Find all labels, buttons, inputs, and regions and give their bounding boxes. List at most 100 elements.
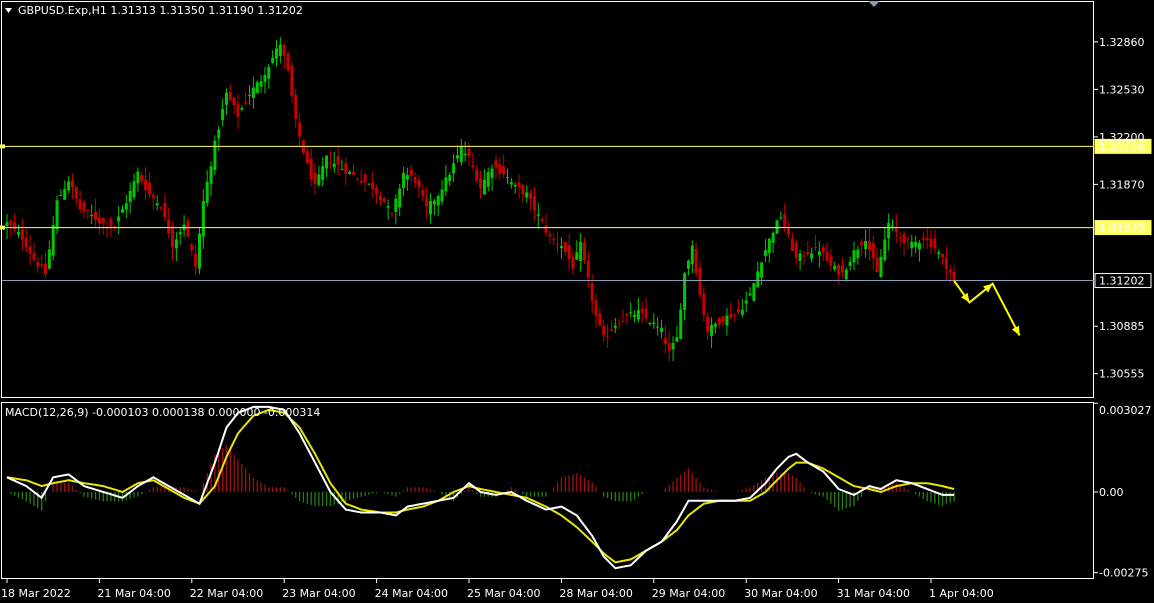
candle-body <box>405 175 409 180</box>
candle-body <box>355 178 359 180</box>
candle-body <box>467 148 471 157</box>
candle-body <box>814 246 817 248</box>
candle-body <box>121 209 124 213</box>
candle-body <box>571 256 575 269</box>
candle-body <box>821 247 825 253</box>
symbol-header: GBPUSD.Exp,H1 1.31313 1.31350 1.31190 1.… <box>18 4 303 17</box>
candle-body <box>263 75 267 82</box>
candle-body <box>55 200 59 230</box>
candle-body <box>536 214 540 216</box>
candle-body <box>636 310 640 320</box>
candle-body <box>167 219 171 234</box>
candle-body <box>47 249 51 269</box>
candle-body <box>848 261 852 267</box>
candle-body <box>298 122 302 137</box>
candle-body <box>640 309 644 313</box>
level-handle <box>0 144 5 149</box>
candle-body <box>67 181 71 191</box>
collapse-triangle-icon[interactable] <box>5 8 12 13</box>
candle-body <box>675 337 679 342</box>
candle-body <box>656 326 660 328</box>
candle-body <box>952 271 956 280</box>
candle-body <box>521 185 525 195</box>
candle-body <box>617 323 621 325</box>
level-handle <box>0 225 5 230</box>
candle-body <box>837 264 841 275</box>
candle-body <box>9 220 13 226</box>
candle-body <box>891 225 894 227</box>
candle-body <box>744 300 748 304</box>
time-tick-label: 24 Mar 04:00 <box>375 587 448 600</box>
candle-body <box>875 257 879 272</box>
candle-body <box>348 171 352 174</box>
macd-main-line <box>6 405 955 570</box>
candle-body <box>429 200 432 215</box>
candle-body <box>710 324 714 337</box>
candle-body <box>498 164 502 174</box>
candle-body <box>255 82 259 93</box>
candle-body <box>171 226 175 248</box>
candle-body <box>502 166 506 175</box>
candle-body <box>198 233 201 269</box>
candle-body <box>532 195 536 211</box>
candle-body <box>471 165 475 168</box>
candle-body <box>910 241 914 249</box>
candle-body <box>825 251 829 262</box>
candle-body <box>390 213 394 215</box>
candle-body <box>556 243 560 245</box>
candle-body <box>517 182 521 188</box>
candle-body <box>567 244 571 260</box>
candle-body <box>794 242 798 259</box>
candle-body <box>544 225 548 233</box>
time-tick-label: 25 Mar 04:00 <box>467 587 540 600</box>
candle-body <box>583 242 586 261</box>
candle-body <box>40 264 44 266</box>
candle-body <box>840 265 844 273</box>
candle-body <box>852 250 856 263</box>
scroll-marker-icon[interactable] <box>868 1 880 7</box>
candle-body <box>725 315 729 326</box>
candle-body <box>51 225 55 256</box>
candle-body <box>767 238 771 254</box>
candle-body <box>948 269 952 273</box>
candle-body <box>459 146 463 163</box>
candle-body <box>159 207 163 209</box>
time-tick-label: 30 Mar 04:00 <box>744 587 817 600</box>
candle-body <box>737 309 740 313</box>
candle-body <box>763 250 767 256</box>
candle-body <box>513 184 517 187</box>
candle-body <box>209 166 213 184</box>
time-tick-label: 31 Mar 04:00 <box>837 587 910 600</box>
candle-body <box>482 179 486 195</box>
candle-body <box>74 186 78 199</box>
candle-body <box>221 108 225 121</box>
candle-body <box>660 328 663 332</box>
candle-body <box>529 192 533 199</box>
candle-body <box>436 196 440 206</box>
candle-body <box>317 174 321 186</box>
candle-body <box>236 103 240 117</box>
level-label: 1.31570 <box>1099 222 1145 235</box>
candle-body <box>613 325 617 328</box>
candle-body <box>548 234 552 237</box>
candle-body <box>652 322 656 325</box>
candle-body <box>128 190 132 202</box>
candle-body <box>590 283 594 301</box>
candle-body <box>140 174 144 182</box>
candle-body <box>806 252 810 255</box>
candle-body <box>575 252 579 260</box>
candle-body <box>629 312 633 314</box>
candle-body <box>817 251 821 256</box>
candle-body <box>475 169 479 182</box>
candle-body <box>24 238 28 248</box>
candle-body <box>479 178 483 189</box>
candle-body <box>367 183 371 185</box>
candle-body <box>124 203 128 210</box>
candle-body <box>937 252 941 255</box>
candle-body <box>151 194 155 199</box>
candle-body <box>663 338 667 344</box>
candle-body <box>402 172 406 188</box>
candle-body <box>440 189 444 202</box>
candle-body <box>756 271 760 288</box>
candle-body <box>721 316 725 323</box>
